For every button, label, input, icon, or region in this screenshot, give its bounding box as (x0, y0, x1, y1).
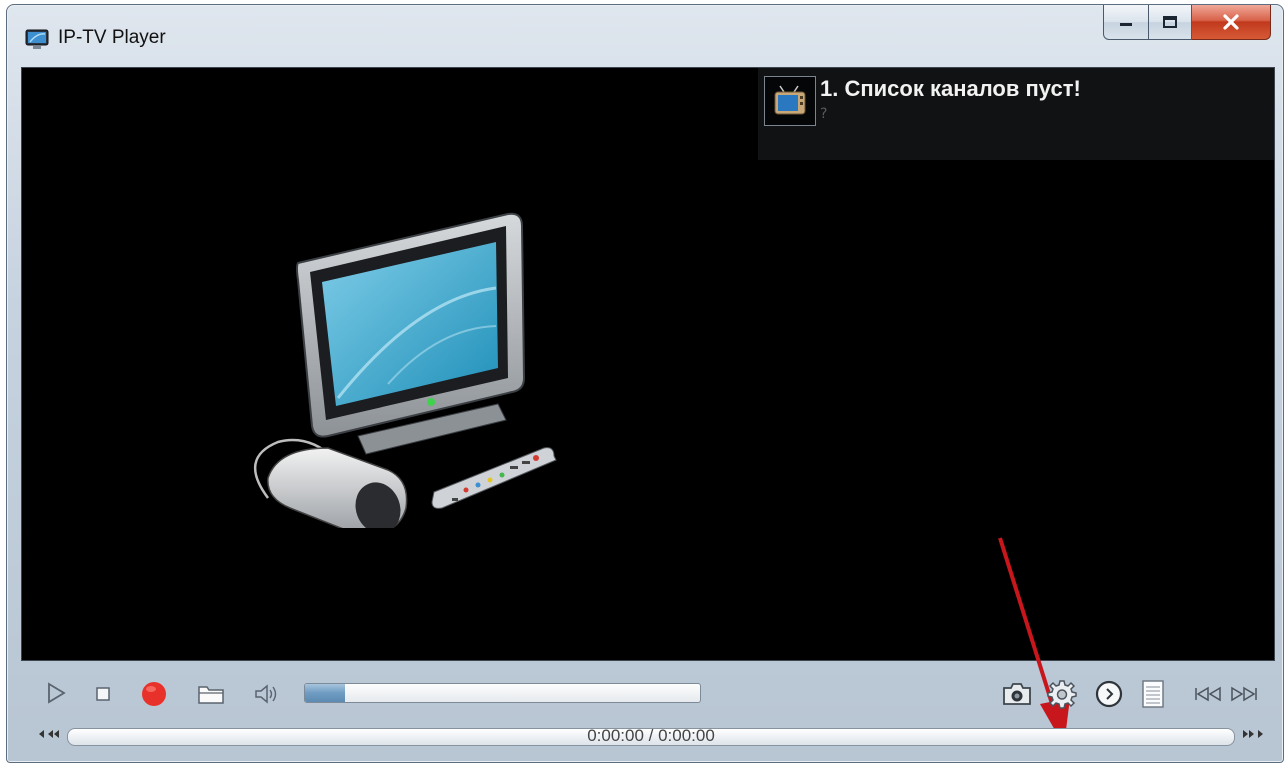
play-button[interactable] (41, 682, 71, 704)
forward-icon (1243, 730, 1263, 738)
stop-icon (96, 687, 110, 701)
prev-channel-button[interactable] (1191, 682, 1225, 706)
caption-buttons (1103, 5, 1271, 43)
volume-slider-fill (305, 684, 345, 702)
volume-button[interactable] (251, 682, 281, 706)
minimize-icon (1120, 23, 1132, 26)
video-area[interactable]: 1. Список каналов пуст! ? (21, 67, 1275, 746)
tv-channel-icon (774, 85, 806, 115)
seek-forward-button[interactable] (1237, 726, 1265, 746)
maximize-button[interactable] (1149, 5, 1192, 40)
timer-button[interactable] (1093, 679, 1125, 709)
play-icon (48, 682, 66, 704)
playlist-button[interactable] (1139, 678, 1167, 710)
next-channel-icon (1231, 686, 1257, 702)
close-button[interactable] (1192, 5, 1271, 40)
clock-icon (1095, 680, 1123, 708)
speaker-icon (255, 684, 277, 704)
seek-bar[interactable]: 0:00:00 / 0:00:00 (67, 726, 1235, 746)
channel-thumbnail (764, 76, 816, 126)
player-controls: 0:00:00 / 0:00:00 (21, 660, 1275, 758)
title-bar[interactable]: IP-TV Player (7, 5, 1283, 67)
prev-channel-icon (1195, 686, 1221, 702)
minimize-button[interactable] (1103, 5, 1149, 40)
open-file-button[interactable] (195, 682, 227, 706)
snapshot-button[interactable] (999, 680, 1035, 708)
next-channel-button[interactable] (1227, 682, 1261, 706)
tv-illustration (253, 212, 557, 528)
seek-back-button[interactable] (37, 726, 65, 746)
stop-button[interactable] (91, 684, 115, 704)
window-title: IP-TV Player (58, 27, 166, 48)
record-button[interactable] (139, 680, 169, 708)
list-icon (1142, 680, 1164, 708)
folder-icon (198, 686, 224, 704)
rewind-icon (39, 730, 59, 738)
channel-title: 1. Список каналов пуст! (820, 76, 1081, 101)
channel-info-panel: 1. Список каналов пуст! ? (758, 68, 1274, 160)
record-icon (142, 682, 166, 706)
gear-icon (1047, 680, 1077, 709)
close-icon (1223, 14, 1239, 30)
volume-slider[interactable] (304, 683, 701, 703)
settings-button[interactable] (1045, 678, 1079, 710)
tv-app-icon (25, 29, 49, 49)
time-display: 0:00:00 / 0:00:00 (587, 726, 715, 745)
camera-icon (1003, 683, 1031, 705)
channel-subtitle: ? (820, 106, 828, 122)
maximize-icon (1163, 16, 1177, 28)
app-window: IP-TV Player 1. Список каналов пуст! ? 0… (6, 4, 1284, 763)
